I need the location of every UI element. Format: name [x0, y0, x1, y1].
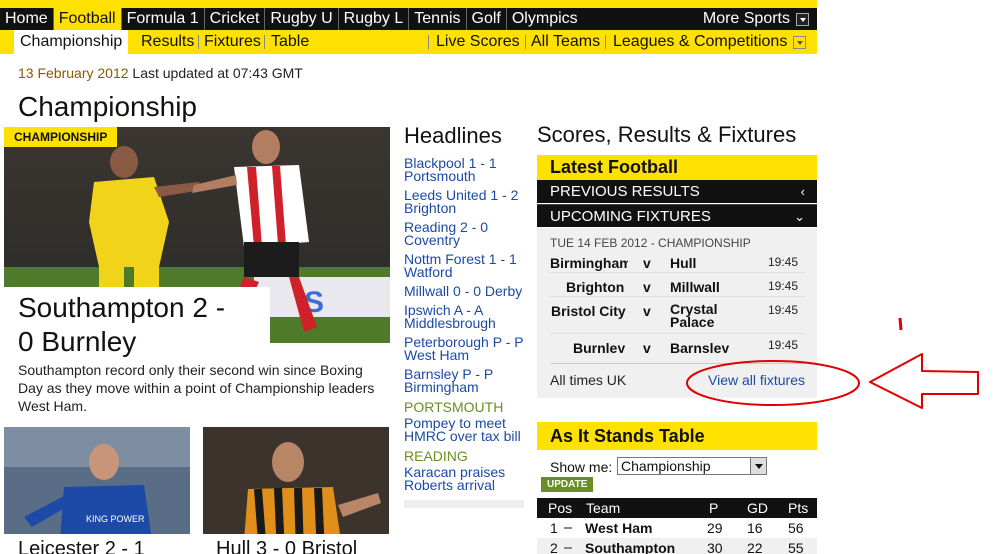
annotation-circle — [686, 360, 860, 406]
annotation-overlay — [686, 317, 979, 409]
annotation-mark — [898, 317, 903, 331]
annotation-arrow-icon — [869, 353, 979, 409]
